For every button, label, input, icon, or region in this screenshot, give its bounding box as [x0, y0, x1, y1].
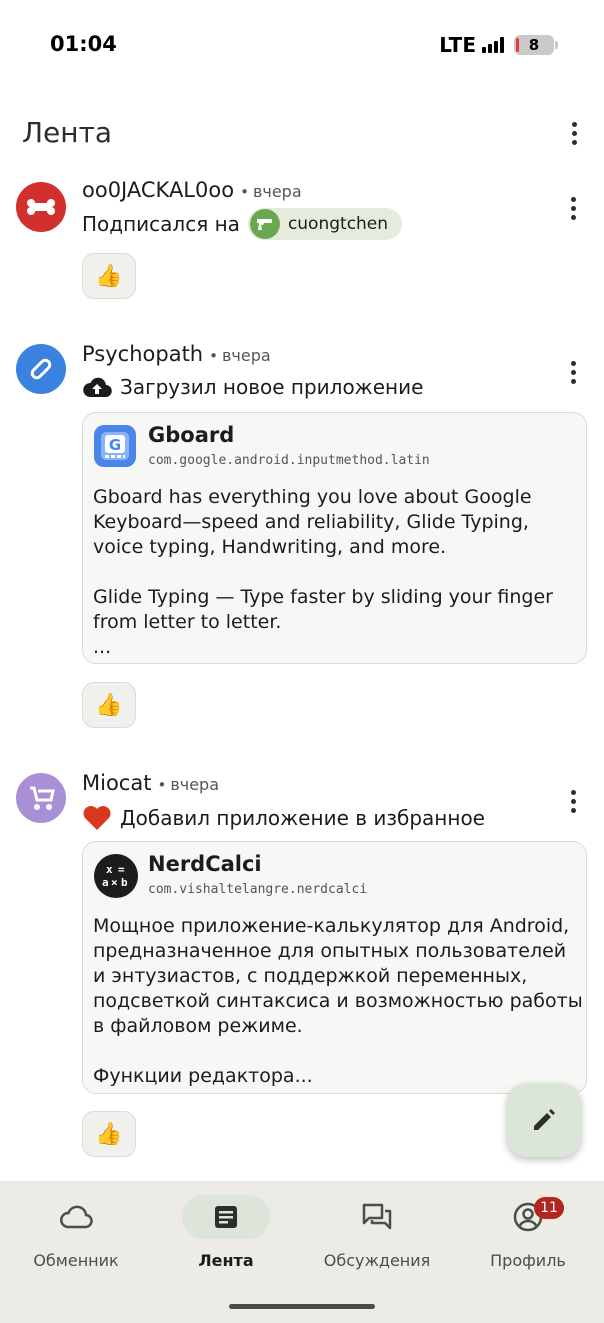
- svg-text:x: x: [106, 863, 113, 876]
- svg-text:a: a: [102, 876, 109, 889]
- cloud-icon: [60, 1205, 93, 1229]
- post-username[interactable]: Miocat: [82, 771, 151, 795]
- status-indicators: LTE 8: [439, 33, 558, 57]
- thumbs-up-icon: 👍: [95, 263, 123, 289]
- page-title: Лента: [22, 116, 113, 149]
- app-name: NerdCalci: [148, 852, 262, 876]
- post-action: Подписался на cuongtchen: [82, 208, 403, 240]
- app-package: com.vishaltelangre.nerdcalci: [148, 882, 368, 897]
- post-username[interactable]: oo0JACKAL0oo: [82, 178, 234, 202]
- nav-exchange[interactable]: Обменник: [1, 1195, 151, 1275]
- app-name: Gboard: [148, 423, 235, 447]
- pill-icon: [30, 358, 52, 380]
- bone-icon: [27, 199, 55, 215]
- gun-icon: [256, 219, 272, 230]
- network-type: LTE: [439, 33, 476, 57]
- more-vert-icon[interactable]: [557, 781, 589, 821]
- nav-label: Обменник: [33, 1251, 119, 1270]
- like-button[interactable]: 👍: [82, 682, 136, 728]
- home-indicator[interactable]: [229, 1304, 375, 1309]
- user-avatar[interactable]: [16, 773, 66, 823]
- like-button[interactable]: 👍: [82, 253, 136, 299]
- svg-text:b: b: [121, 876, 128, 889]
- action-text: Добавил приложение в избранное: [120, 806, 485, 830]
- nav-label: Обсуждения: [323, 1251, 431, 1270]
- nav-discussions[interactable]: Обсуждения: [302, 1195, 452, 1275]
- bottom-navigation: Обменник Лента Обсуждения 11 Профиль: [0, 1181, 604, 1323]
- svg-text:×: ×: [111, 876, 118, 889]
- edit-pencil-icon: [534, 1109, 555, 1130]
- post-username[interactable]: Psychopath: [82, 342, 203, 366]
- more-vert-icon[interactable]: [558, 113, 590, 153]
- feed-item: oo0JACKAL0oo • вчера Подписался на cuongtc…: [0, 170, 604, 310]
- cloud-upload-icon: [83, 377, 112, 398]
- notification-badge: 11: [534, 1197, 564, 1219]
- heart-icon: [83, 806, 111, 830]
- post-time: вчера: [221, 346, 271, 365]
- thumbs-up-icon: 👍: [95, 1121, 123, 1147]
- stroller-icon: [30, 786, 55, 810]
- app-card[interactable]: x = a × b NerdCalci com.vishaltelangre.n…: [82, 841, 587, 1094]
- nav-label: Лента: [198, 1251, 254, 1270]
- more-vert-icon[interactable]: [557, 352, 589, 392]
- feed-icon: [215, 1206, 237, 1228]
- post-header: oo0JACKAL0oo • вчера: [82, 178, 302, 202]
- app-card[interactable]: G Gboard com.google.android.inputmethod.…: [82, 412, 587, 664]
- feed-item: Psychopath • вчера Загрузил новое приложен…: [0, 340, 604, 770]
- more-vert-icon[interactable]: [557, 188, 589, 228]
- post-time: вчера: [170, 775, 219, 794]
- action-text: Загрузил новое приложение: [120, 375, 424, 399]
- user-chip[interactable]: cuongtchen: [247, 208, 403, 240]
- app-description: Мощное приложение-калькулятор для Androi…: [93, 915, 583, 1087]
- svg-text:=: =: [118, 863, 125, 876]
- user-avatar[interactable]: [16, 182, 66, 232]
- post-header: Psychopath • вчера: [82, 342, 271, 366]
- app-description: Gboard has everything you love about Goo…: [93, 486, 553, 658]
- signal-icon: [482, 37, 504, 53]
- post-time: вчера: [252, 182, 302, 201]
- nav-label: Профиль: [490, 1251, 566, 1270]
- nav-feed[interactable]: Лента: [151, 1195, 301, 1275]
- post-action: Загрузил новое приложение: [82, 375, 423, 399]
- chip-username: cuongtchen: [287, 214, 389, 234]
- user-avatar[interactable]: [16, 344, 66, 394]
- battery-icon: 8: [514, 35, 558, 55]
- like-button[interactable]: 👍: [82, 1111, 136, 1157]
- post-header: Miocat • вчера: [82, 771, 219, 795]
- post-action: Добавил приложение в избранное: [82, 805, 485, 831]
- nerdcalci-app-icon: x = a × b: [94, 854, 138, 898]
- svg-text:G: G: [109, 436, 121, 454]
- chip-avatar: [249, 209, 280, 239]
- status-bar: 01:04 LTE 8: [0, 0, 604, 90]
- thumbs-up-icon: 👍: [95, 692, 123, 718]
- nav-profile[interactable]: 11 Профиль: [453, 1195, 603, 1275]
- action-text: Подписался на: [82, 212, 240, 236]
- app-bar: Лента: [0, 100, 604, 170]
- chat-icon: [362, 1203, 392, 1230]
- compose-fab[interactable]: [507, 1083, 581, 1157]
- app-package: com.google.android.inputmethod.latin: [148, 453, 430, 468]
- status-time: 01:04: [50, 32, 117, 56]
- gboard-app-icon: G: [94, 425, 136, 467]
